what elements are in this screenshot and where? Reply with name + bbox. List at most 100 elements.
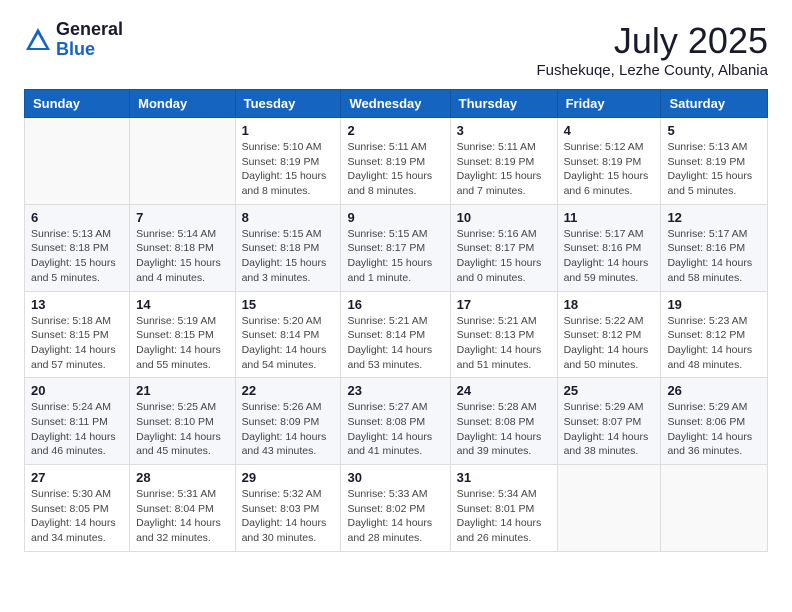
day-info: Sunrise: 5:28 AMSunset: 8:08 PMDaylight:…: [457, 400, 551, 459]
calendar-cell: 17Sunrise: 5:21 AMSunset: 8:13 PMDayligh…: [450, 291, 557, 378]
calendar-cell: 7 Sunrise: 5:14 AMSunset: 8:18 PMDaylight…: [130, 204, 235, 291]
day-info: Sunrise: 5:19 AMSunset: 8:15 PMDaylight:…: [136, 314, 228, 373]
day-info: Sunrise: 5:17 AMSunset: 8:16 PMDaylight:…: [564, 227, 655, 286]
calendar-cell: 29 Sunrise: 5:32 AMSunset: 8:03 PMDayligh…: [235, 465, 341, 552]
day-info: Sunrise: 5:32 AMSunset: 8:03 PMDaylight:…: [242, 487, 335, 546]
weekday-header-row: SundayMondayTuesdayWednesdayThursdayFrid…: [25, 90, 768, 118]
calendar-cell: 30 Sunrise: 5:33 AMSunset: 8:02 PMDayligh…: [341, 465, 450, 552]
month-title: July 2025: [536, 20, 768, 62]
day-number: 28: [136, 470, 228, 485]
calendar-cell: [25, 118, 130, 205]
day-number: 7: [136, 210, 228, 225]
calendar-cell: 9 Sunrise: 5:15 AMSunset: 8:17 PMDaylight…: [341, 204, 450, 291]
calendar-cell: 13Sunrise: 5:18 AMSunset: 8:15 PMDayligh…: [25, 291, 130, 378]
calendar-cell: 16 Sunrise: 5:21 AMSunset: 8:14 PMDayligh…: [341, 291, 450, 378]
calendar-cell: 12Sunrise: 5:17 AMSunset: 8:16 PMDayligh…: [661, 204, 768, 291]
day-number: 19: [667, 297, 761, 312]
day-number: 31: [457, 470, 551, 485]
calendar-cell: 14Sunrise: 5:19 AMSunset: 8:15 PMDayligh…: [130, 291, 235, 378]
day-info: Sunrise: 5:20 AMSunset: 8:14 PMDaylight:…: [242, 314, 335, 373]
calendar-cell: 11 Sunrise: 5:17 AMSunset: 8:16 PMDayligh…: [557, 204, 661, 291]
weekday-header-monday: Monday: [130, 90, 235, 118]
logo-icon: [24, 26, 52, 54]
calendar-week-row: 27 Sunrise: 5:30 AMSunset: 8:05 PMDayligh…: [25, 465, 768, 552]
day-number: 9: [347, 210, 443, 225]
day-info: Sunrise: 5:25 AMSunset: 8:10 PMDaylight:…: [136, 400, 228, 459]
calendar-cell: 15Sunrise: 5:20 AMSunset: 8:14 PMDayligh…: [235, 291, 341, 378]
weekday-header-tuesday: Tuesday: [235, 90, 341, 118]
day-number: 8: [242, 210, 335, 225]
day-number: 22: [242, 383, 335, 398]
day-info: Sunrise: 5:21 AMSunset: 8:14 PMDaylight:…: [347, 314, 443, 373]
day-number: 26: [667, 383, 761, 398]
weekday-header-sunday: Sunday: [25, 90, 130, 118]
day-number: 23: [347, 383, 443, 398]
day-info: Sunrise: 5:27 AMSunset: 8:08 PMDaylight:…: [347, 400, 443, 459]
calendar-cell: 24 Sunrise: 5:28 AMSunset: 8:08 PMDayligh…: [450, 378, 557, 465]
calendar-cell: 22 Sunrise: 5:26 AMSunset: 8:09 PMDayligh…: [235, 378, 341, 465]
day-info: Sunrise: 5:10 AMSunset: 8:19 PMDaylight:…: [242, 140, 335, 199]
logo: General Blue: [24, 20, 123, 60]
day-number: 18: [564, 297, 655, 312]
logo-blue-text: Blue: [56, 40, 123, 60]
day-info: Sunrise: 5:30 AMSunset: 8:05 PMDaylight:…: [31, 487, 123, 546]
day-info: Sunrise: 5:15 AMSunset: 8:17 PMDaylight:…: [347, 227, 443, 286]
calendar-week-row: 13Sunrise: 5:18 AMSunset: 8:15 PMDayligh…: [25, 291, 768, 378]
day-info: Sunrise: 5:14 AMSunset: 8:18 PMDaylight:…: [136, 227, 228, 286]
calendar-cell: [130, 118, 235, 205]
calendar-cell: 21 Sunrise: 5:25 AMSunset: 8:10 PMDayligh…: [130, 378, 235, 465]
day-number: 10: [457, 210, 551, 225]
calendar-cell: [557, 465, 661, 552]
day-number: 24: [457, 383, 551, 398]
day-number: 11: [564, 210, 655, 225]
calendar-cell: 1 Sunrise: 5:10 AMSunset: 8:19 PMDaylight…: [235, 118, 341, 205]
calendar-cell: [661, 465, 768, 552]
day-info: Sunrise: 5:13 AMSunset: 8:19 PMDaylight:…: [667, 140, 761, 199]
calendar-cell: 28Sunrise: 5:31 AMSunset: 8:04 PMDayligh…: [130, 465, 235, 552]
calendar-cell: 2Sunrise: 5:11 AMSunset: 8:19 PMDaylight…: [341, 118, 450, 205]
day-number: 3: [457, 123, 551, 138]
calendar-cell: 26 Sunrise: 5:29 AMSunset: 8:06 PMDayligh…: [661, 378, 768, 465]
calendar-week-row: 6 Sunrise: 5:13 AMSunset: 8:18 PMDaylight…: [25, 204, 768, 291]
calendar-week-row: 1 Sunrise: 5:10 AMSunset: 8:19 PMDaylight…: [25, 118, 768, 205]
header: General Blue July 2025 Fushekuqe, Lezhe …: [24, 20, 768, 79]
day-info: Sunrise: 5:34 AMSunset: 8:01 PMDaylight:…: [457, 487, 551, 546]
day-number: 20: [31, 383, 123, 398]
calendar-cell: 20Sunrise: 5:24 AMSunset: 8:11 PMDayligh…: [25, 378, 130, 465]
day-number: 17: [457, 297, 551, 312]
calendar-cell: 19 Sunrise: 5:23 AMSunset: 8:12 PMDayligh…: [661, 291, 768, 378]
day-number: 29: [242, 470, 335, 485]
day-number: 2: [347, 123, 443, 138]
day-info: Sunrise: 5:12 AMSunset: 8:19 PMDaylight:…: [564, 140, 655, 199]
day-info: Sunrise: 5:26 AMSunset: 8:09 PMDaylight:…: [242, 400, 335, 459]
day-number: 27: [31, 470, 123, 485]
day-number: 16: [347, 297, 443, 312]
calendar-cell: 8 Sunrise: 5:15 AMSunset: 8:18 PMDaylight…: [235, 204, 341, 291]
calendar-cell: 3 Sunrise: 5:11 AMSunset: 8:19 PMDaylight…: [450, 118, 557, 205]
calendar-cell: 4 Sunrise: 5:12 AMSunset: 8:19 PMDaylight…: [557, 118, 661, 205]
day-info: Sunrise: 5:11 AMSunset: 8:19 PMDaylight:…: [457, 140, 551, 199]
day-number: 6: [31, 210, 123, 225]
calendar-cell: 25Sunrise: 5:29 AMSunset: 8:07 PMDayligh…: [557, 378, 661, 465]
day-info: Sunrise: 5:13 AMSunset: 8:18 PMDaylight:…: [31, 227, 123, 286]
day-number: 21: [136, 383, 228, 398]
day-info: Sunrise: 5:29 AMSunset: 8:06 PMDaylight:…: [667, 400, 761, 459]
logo-general-text: General: [56, 20, 123, 40]
day-number: 5: [667, 123, 761, 138]
day-info: Sunrise: 5:16 AMSunset: 8:17 PMDaylight:…: [457, 227, 551, 286]
day-info: Sunrise: 5:23 AMSunset: 8:12 PMDaylight:…: [667, 314, 761, 373]
day-info: Sunrise: 5:15 AMSunset: 8:18 PMDaylight:…: [242, 227, 335, 286]
weekday-header-wednesday: Wednesday: [341, 90, 450, 118]
day-number: 1: [242, 123, 335, 138]
calendar-cell: 18Sunrise: 5:22 AMSunset: 8:12 PMDayligh…: [557, 291, 661, 378]
day-info: Sunrise: 5:17 AMSunset: 8:16 PMDaylight:…: [667, 227, 761, 286]
weekday-header-friday: Friday: [557, 90, 661, 118]
day-number: 25: [564, 383, 655, 398]
calendar-cell: 23 Sunrise: 5:27 AMSunset: 8:08 PMDayligh…: [341, 378, 450, 465]
day-info: Sunrise: 5:33 AMSunset: 8:02 PMDaylight:…: [347, 487, 443, 546]
day-number: 13: [31, 297, 123, 312]
day-number: 30: [347, 470, 443, 485]
day-number: 4: [564, 123, 655, 138]
calendar-cell: 27 Sunrise: 5:30 AMSunset: 8:05 PMDayligh…: [25, 465, 130, 552]
weekday-header-thursday: Thursday: [450, 90, 557, 118]
